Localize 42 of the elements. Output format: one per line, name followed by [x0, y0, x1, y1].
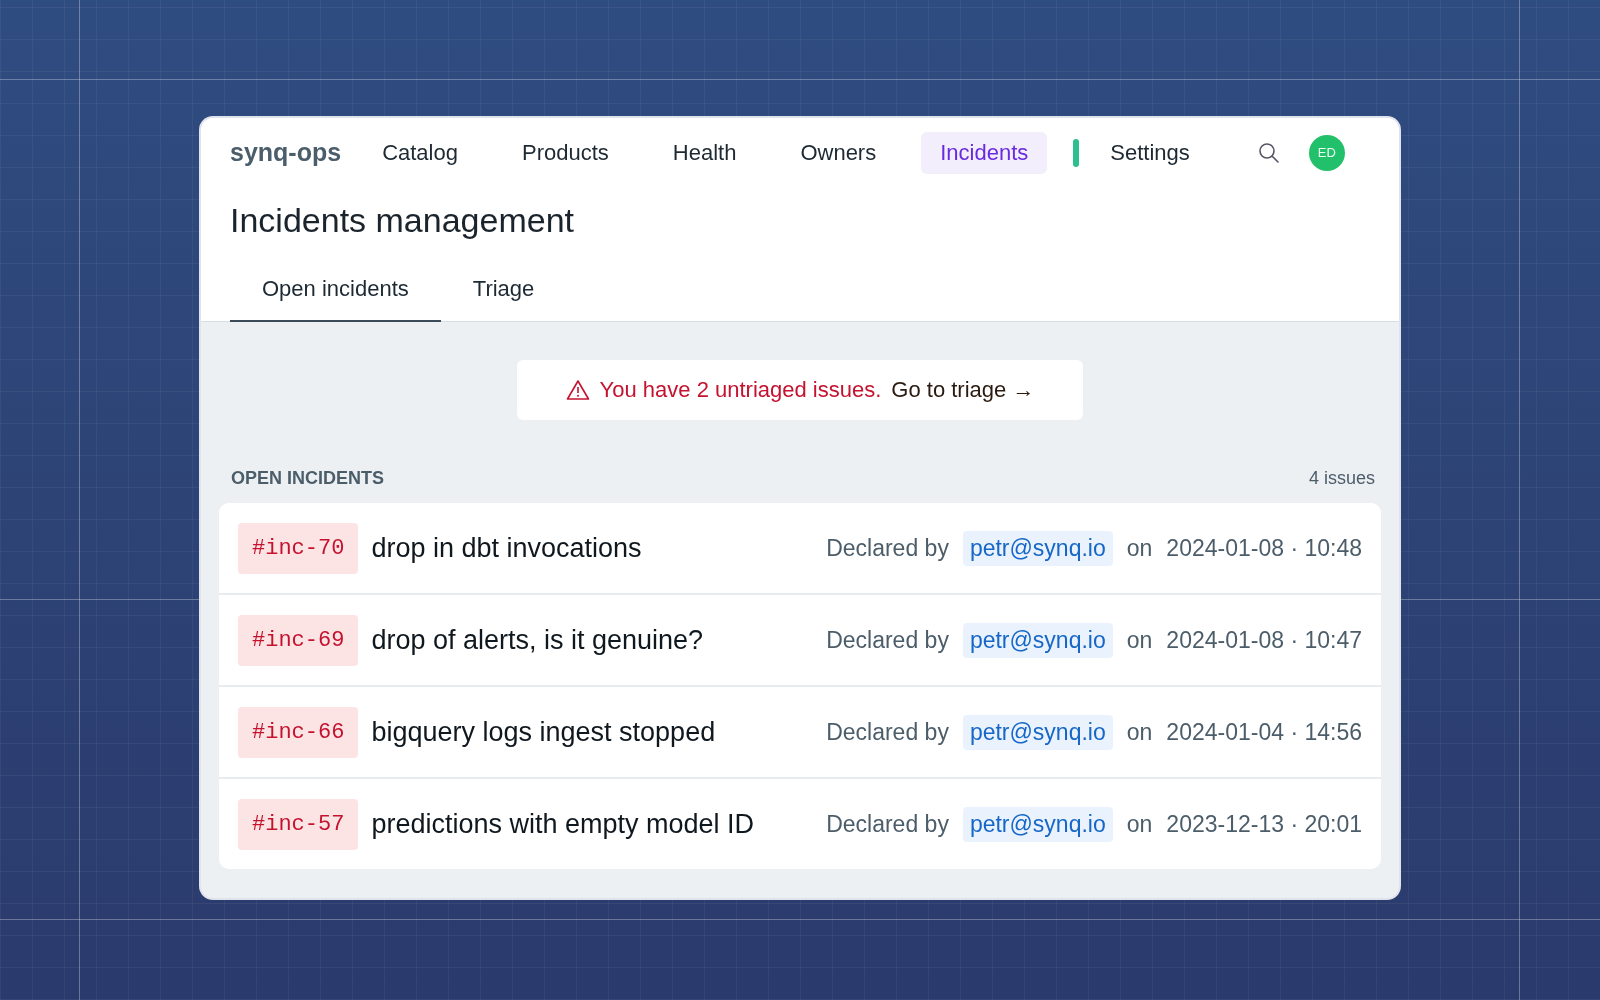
incident-row[interactable]: #inc-57 predictions with empty model ID Declared by petr@synq.io on 2023-12-13 · 20:01 — [219, 777, 1381, 869]
incident-row[interactable]: #inc-70 drop in dbt invocations Declared by petr@synq.io on 2024-01-08 · 10:48 — [219, 503, 1381, 593]
user-email[interactable]: petr@synq.io — [962, 714, 1113, 750]
section-title: OPEN INCIDENTS — [231, 468, 385, 489]
declared-label: Declared by — [826, 810, 949, 838]
tab[interactable]: Triage — [440, 266, 567, 322]
user-email[interactable]: petr@synq.io — [962, 806, 1113, 842]
incident-row[interactable]: #inc-66 bigquery logs ingest stopped Declared by petr@synq.io on 2024-01-04 · 14:56 — [219, 685, 1381, 777]
incident-date: 2024-01-08 · 10:47 — [1166, 626, 1362, 654]
tab[interactable]: Open incidents — [230, 266, 441, 322]
nav-item[interactable]: Settings — [1091, 131, 1209, 174]
incident-id: #inc-69 — [238, 614, 359, 666]
incident-id: #inc-70 — [238, 522, 359, 574]
warning-message: You have 2 untriaged issues. — [599, 377, 882, 403]
incident-title: drop of alerts, is it genuine? — [371, 624, 704, 656]
on-label: on — [1126, 810, 1153, 838]
nav-item[interactable]: Incidents — [921, 131, 1048, 174]
incident-id: #inc-57 — [238, 798, 359, 850]
nav-item[interactable]: Owners — [781, 131, 896, 174]
incident-title: predictions with empty model ID — [371, 808, 755, 840]
page-title: Incidents management — [230, 201, 575, 240]
incident-date: 2023-12-13 · 20:01 — [1166, 810, 1362, 838]
declared-label: Declared by — [826, 718, 949, 746]
nav-item[interactable]: Catalog — [363, 131, 477, 174]
user-email[interactable]: petr@synq.io — [962, 530, 1113, 566]
on-label: on — [1126, 626, 1153, 654]
incident-title: bigquery logs ingest stopped — [371, 716, 716, 748]
issue-count: 4 issues — [1308, 468, 1375, 489]
on-label: on — [1126, 534, 1153, 562]
on-label: on — [1126, 718, 1153, 746]
triage-link[interactable]: Go to triage → — [891, 377, 1035, 403]
incident-title: drop in dbt invocations — [371, 532, 642, 564]
incident-date: 2024-01-08 · 10:48 — [1166, 534, 1362, 562]
brand-name[interactable]: synq-ops — [230, 138, 342, 167]
incident-row[interactable]: #inc-69 drop of alerts, is it genuine? Declared by petr@synq.io on 2024-01-08 · 10:47 — [219, 593, 1381, 685]
declared-label: Declared by — [826, 534, 949, 562]
user-email[interactable]: petr@synq.io — [962, 622, 1113, 658]
nav-item[interactable]: Products — [502, 131, 628, 174]
nav-item[interactable]: Health — [653, 131, 756, 174]
incident-date: 2024-01-04 · 14:56 — [1166, 718, 1362, 746]
declared-label: Declared by — [826, 626, 949, 654]
incident-id: #inc-66 — [238, 706, 359, 758]
